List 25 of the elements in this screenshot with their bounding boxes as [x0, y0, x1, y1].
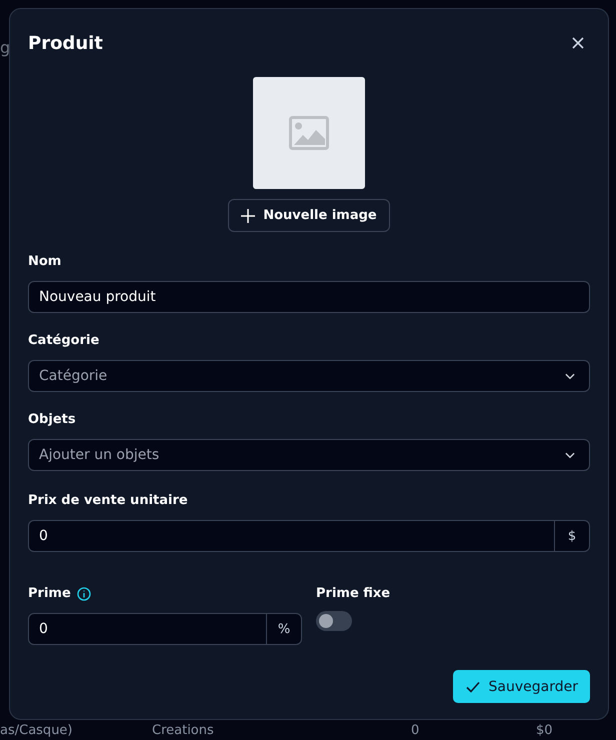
image-icon — [289, 116, 329, 150]
info-icon[interactable] — [76, 586, 91, 600]
select-field[interactable]: Catégorie — [28, 360, 590, 392]
background-text: g — [0, 38, 10, 57]
field-label: Nom — [28, 254, 62, 269]
price-field[interactable]: 0 $ — [28, 520, 590, 552]
table-cell: as/Casque) — [0, 722, 72, 738]
table-cell: 0 — [411, 722, 420, 738]
close-button[interactable] — [570, 35, 586, 51]
field-label: Catégorie — [28, 333, 100, 348]
dialog-title: Produit — [28, 32, 103, 54]
plus-icon — [241, 208, 256, 222]
field-label: Prime fixe — [316, 586, 392, 601]
text-field[interactable]: Nouveau produit — [28, 281, 590, 313]
field-label: Prime — [28, 586, 71, 601]
table-cell: Creations — [152, 722, 214, 738]
close-icon — [570, 35, 586, 51]
new-image-button[interactable]: Nouvelle image — [228, 199, 390, 232]
select-field[interactable]: Ajouter un objets — [28, 439, 590, 471]
percent-field[interactable]: 0 % — [28, 613, 302, 645]
field-label: Objets — [28, 412, 77, 427]
table-cell: $0 — [536, 722, 553, 738]
toggle-switch[interactable] — [316, 611, 352, 631]
field-label: Prix de vente unitaire — [28, 493, 189, 508]
save-button[interactable]: Sauvegarder — [452, 670, 590, 703]
